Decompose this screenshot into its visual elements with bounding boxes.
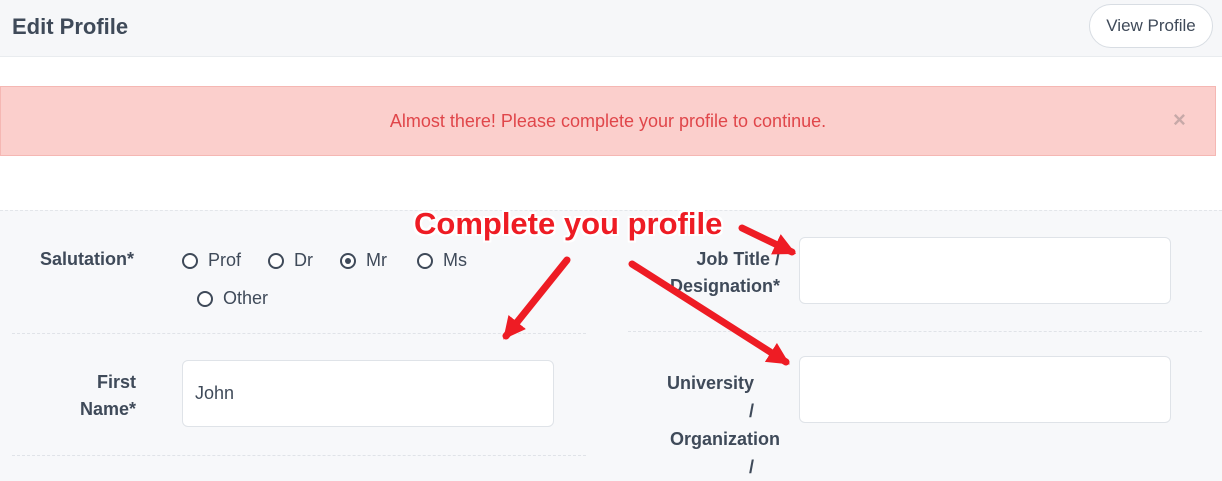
salutation-option-ms[interactable]: Ms — [417, 250, 467, 271]
view-profile-button[interactable]: View Profile — [1089, 4, 1213, 48]
radio-label: Prof — [208, 250, 242, 270]
divider — [12, 333, 586, 334]
job-title-label: Job Title / Designation* — [669, 249, 780, 296]
radio-icon — [182, 252, 198, 269]
divider — [628, 331, 1202, 332]
first-name-input[interactable] — [182, 360, 554, 427]
salutation-label: Salutation* — [40, 249, 135, 269]
radio-label: Mr — [366, 250, 387, 270]
divider — [12, 455, 586, 456]
job-title-input[interactable] — [799, 237, 1171, 304]
radio-icon — [197, 290, 213, 307]
first-name-label: First Name* — [79, 372, 136, 419]
organization-input[interactable] — [799, 356, 1171, 423]
radio-label: Other — [223, 288, 269, 308]
page-header: Edit Profile View Profile — [0, 0, 1222, 57]
organization-label: University / Organization / — [666, 373, 780, 477]
annotation-callout: Complete you profile — [414, 206, 723, 241]
radio-label: Dr — [294, 250, 313, 270]
salutation-option-other[interactable]: Other — [197, 288, 268, 309]
close-icon[interactable]: × — [1173, 107, 1186, 133]
radio-checked-icon — [340, 252, 356, 269]
radio-label: Ms — [443, 250, 467, 270]
radio-icon — [417, 252, 433, 269]
radio-icon — [268, 252, 284, 269]
salutation-option-mr[interactable]: Mr — [340, 250, 387, 271]
profile-incomplete-alert: Almost there! Please complete your profi… — [0, 86, 1216, 156]
alert-message: Almost there! Please complete your profi… — [389, 111, 827, 131]
page-title: Edit Profile — [12, 14, 129, 39]
salutation-option-prof[interactable]: Prof — [182, 250, 241, 271]
salutation-option-dr[interactable]: Dr — [268, 250, 313, 271]
